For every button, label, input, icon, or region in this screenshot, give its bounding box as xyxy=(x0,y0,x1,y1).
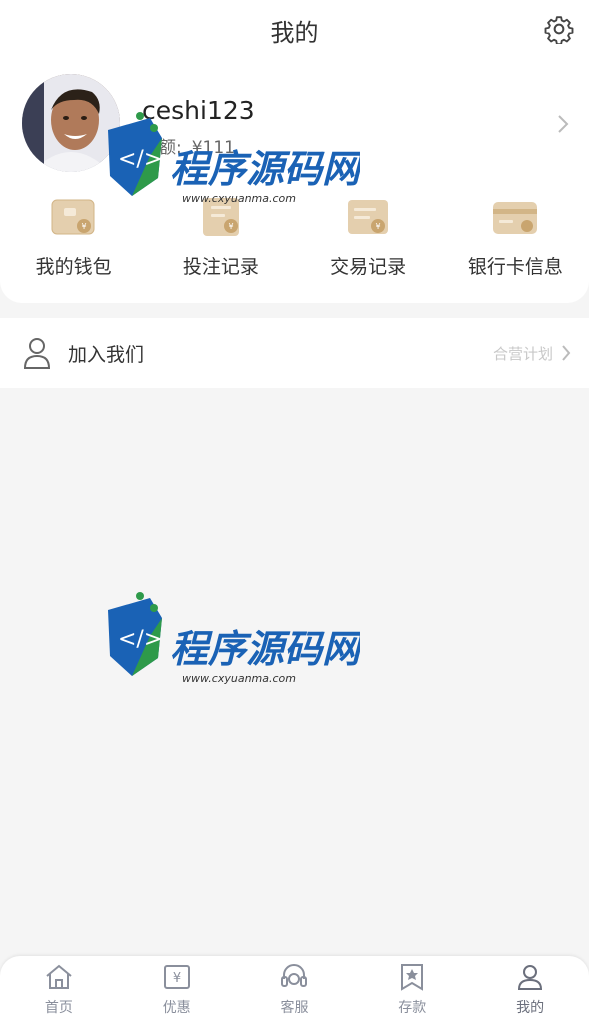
settings-button[interactable] xyxy=(543,13,575,45)
partner-plan-label: 合营计划 xyxy=(492,344,553,363)
home-icon xyxy=(46,964,72,989)
username: ceshi123 xyxy=(142,96,255,125)
tab-promotions[interactable]: ¥ 优惠 xyxy=(118,956,236,1024)
avatar[interactable] xyxy=(22,74,120,172)
chevron-right-icon xyxy=(562,345,571,361)
join-us-row[interactable]: 加入我们 合营计划 xyxy=(0,318,589,388)
bottom-tab-bar: 首页 ¥ 优惠 客服 存款 我的 xyxy=(0,956,589,1024)
svg-text:¥: ¥ xyxy=(376,222,381,231)
profile-detail-button[interactable] xyxy=(555,112,571,136)
quick-action-transaction-record[interactable]: ¥ 交易记录 xyxy=(295,196,442,286)
profile-page: 我的 ceshi123 余额: ¥111 ¥ 我的钱包 ¥ 投注记录 ¥ 交易记… xyxy=(0,0,589,1024)
top-bar: 我的 xyxy=(0,0,589,60)
deposit-icon xyxy=(401,964,424,991)
tab-label: 首页 xyxy=(44,1000,73,1016)
quick-action-bank-card[interactable]: 银行卡信息 xyxy=(442,196,589,286)
quick-action-label: 投注记录 xyxy=(182,256,259,278)
tab-deposit[interactable]: 存款 xyxy=(353,956,471,1024)
quick-action-label: 银行卡信息 xyxy=(467,256,563,278)
page-title: 我的 xyxy=(270,18,319,47)
tab-label: 优惠 xyxy=(162,1000,191,1016)
svg-text:</>: </> xyxy=(118,627,162,652)
quick-action-label: 交易记录 xyxy=(330,256,407,278)
tab-label: 我的 xyxy=(516,1000,545,1016)
svg-text:¥: ¥ xyxy=(173,971,181,986)
chevron-right-icon xyxy=(558,115,569,133)
person-icon xyxy=(23,338,51,369)
quick-action-wallet[interactable]: ¥ 我的钱包 xyxy=(0,196,147,286)
quick-action-bet-record[interactable]: ¥ 投注记录 xyxy=(147,196,294,286)
join-us-label: 加入我们 xyxy=(68,343,145,366)
watermark-logo-icon: </> 程序源码网 www.cxyuanma.com xyxy=(108,592,365,685)
tab-mine[interactable]: 我的 xyxy=(471,956,589,1024)
balance-label: 余额: xyxy=(142,138,182,158)
headset-icon xyxy=(281,964,308,987)
wallet-icon: ¥ xyxy=(51,199,95,235)
watermark-url: www.cxyuanma.com xyxy=(182,672,296,685)
watermark-logo: </> 程序源码网 www.cxyuanma.com xyxy=(100,588,365,708)
svg-text:¥: ¥ xyxy=(228,222,233,231)
gear-icon xyxy=(544,16,574,44)
bank-card-icon xyxy=(493,202,538,234)
svg-text:¥: ¥ xyxy=(81,222,86,231)
user-icon xyxy=(518,965,543,990)
transaction-record-icon: ¥ xyxy=(348,200,389,234)
balance: 余额: ¥111 xyxy=(142,133,235,158)
quick-action-label: 我的钱包 xyxy=(35,256,112,278)
tab-label: 客服 xyxy=(280,1000,309,1016)
watermark-title: 程序源码网 xyxy=(170,627,360,671)
quick-actions: ¥ 我的钱包 ¥ 投注记录 ¥ 交易记录 银行卡信息 xyxy=(0,196,589,286)
coupon-icon: ¥ xyxy=(163,965,190,989)
tab-label: 存款 xyxy=(398,1000,427,1016)
bet-record-icon: ¥ xyxy=(202,198,239,236)
tab-customer-service[interactable]: 客服 xyxy=(236,956,354,1024)
balance-value: ¥111 xyxy=(191,138,235,158)
profile-card: ceshi123 余额: ¥111 ¥ 我的钱包 ¥ 投注记录 ¥ 交易记录 银… xyxy=(0,60,589,303)
tab-home[interactable]: 首页 xyxy=(0,956,118,1024)
avatar-image xyxy=(22,74,120,172)
join-us-right: 合营计划 xyxy=(493,343,571,364)
